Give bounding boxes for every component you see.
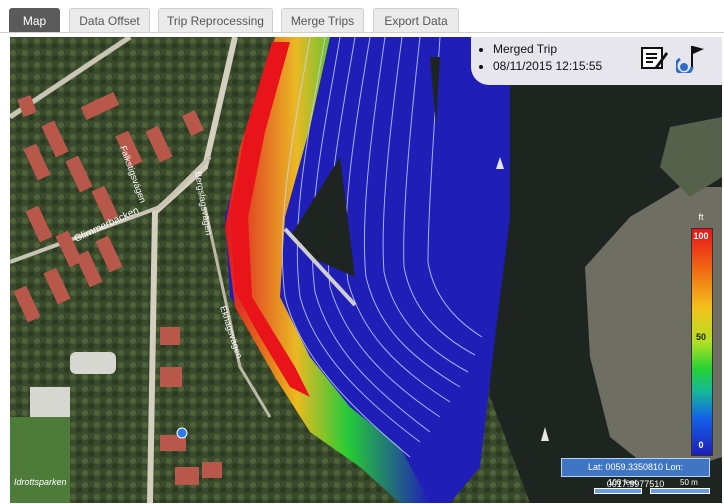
tab-export-data[interactable]: Export Data: [373, 8, 459, 32]
tab-trip-reprocessing[interactable]: Trip Reprocessing: [158, 8, 273, 32]
map-canvas[interactable]: Glimmerbacken Falkstigsvägen Bergslagsvä…: [10, 37, 722, 503]
tab-merge-trips[interactable]: Merge Trips: [281, 8, 364, 32]
legend-min: 0: [698, 440, 704, 450]
legend-unit: ft: [698, 212, 704, 222]
legend-color-bar: [691, 228, 713, 456]
scale-meters-label: 50 m: [680, 478, 698, 487]
scale-meters: 50 m: [650, 478, 712, 502]
legend-mid: 50: [695, 332, 706, 342]
coordinate-readout: Lat: 0059.3350810 Lon: 0017.9977510: [561, 458, 710, 489]
trip-info-panel: Merged Trip 08/11/2015 12:15:55: [471, 37, 722, 85]
scale-meters-bar: [650, 488, 710, 494]
tab-bar-divider: [0, 32, 724, 33]
map-watermark: Idrottsparken: [14, 477, 67, 487]
flag-waypoint-icon[interactable]: [676, 43, 706, 73]
location-marker[interactable]: [176, 427, 188, 439]
depth-legend: ft 100 50 0: [689, 212, 713, 460]
tab-data-offset[interactable]: Data Offset: [69, 8, 150, 32]
scale-feet-bar: [594, 488, 642, 494]
tab-map[interactable]: Map: [9, 8, 60, 32]
tab-bar: Map Data Offset Trip Reprocessing Merge …: [0, 0, 724, 33]
park-area: [10, 417, 70, 503]
legend-max: 100: [693, 231, 709, 241]
map-view[interactable]: Glimmerbacken Falkstigsvägen Bergslagsvä…: [10, 37, 722, 503]
scale-feet-label: 100 feet: [608, 478, 637, 487]
edit-note-icon[interactable]: [639, 43, 669, 73]
scale-feet: 100 feet: [594, 478, 644, 502]
